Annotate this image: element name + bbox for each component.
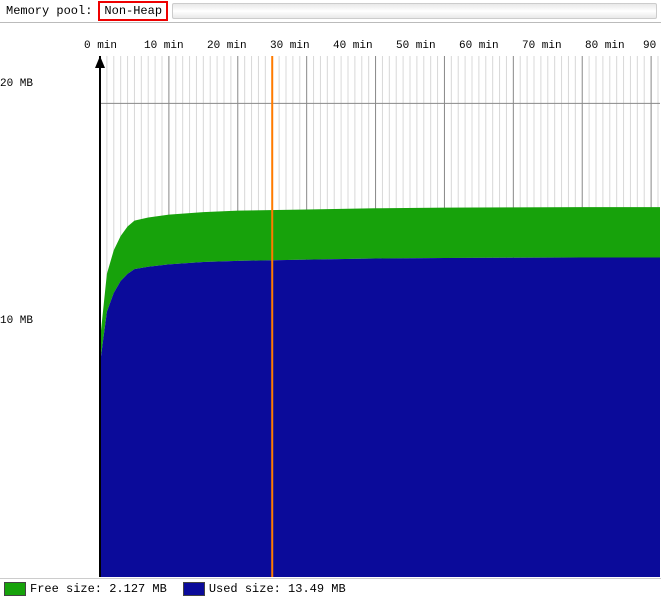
x-tick: 90 mi	[643, 40, 661, 52]
x-tick: 20 min	[207, 40, 247, 52]
swatch-icon	[183, 582, 205, 596]
y-tick: 20 MB	[0, 78, 45, 90]
x-axis-labels: 0 min 10 min 20 min 30 min 40 min 50 min…	[0, 40, 661, 54]
memory-pool-label: Memory pool:	[0, 2, 96, 20]
memory-pool-value[interactable]: Non-Heap	[98, 1, 168, 21]
memory-chart: 0 min 10 min 20 min 30 min 40 min 50 min…	[0, 22, 661, 578]
x-tick: 50 min	[396, 40, 436, 52]
legend-item-free: Free size: 2.127 MB	[4, 582, 167, 596]
x-tick: 30 min	[270, 40, 310, 52]
header-bar	[172, 3, 657, 19]
chart-area	[48, 56, 660, 577]
legend-used-label: Used size: 13.49 MB	[209, 582, 346, 596]
x-tick: 60 min	[459, 40, 499, 52]
x-tick: 70 min	[522, 40, 562, 52]
x-tick: 0 min	[84, 40, 117, 52]
legend: Free size: 2.127 MB Used size: 13.49 MB	[0, 578, 661, 598]
swatch-icon	[4, 582, 26, 596]
x-tick: 10 min	[144, 40, 184, 52]
legend-free-label: Free size: 2.127 MB	[30, 582, 167, 596]
legend-item-used: Used size: 13.49 MB	[183, 582, 346, 596]
header: Memory pool: Non-Heap	[0, 0, 661, 22]
x-tick: 40 min	[333, 40, 373, 52]
x-tick: 80 min	[585, 40, 625, 52]
y-tick: 10 MB	[0, 315, 45, 327]
